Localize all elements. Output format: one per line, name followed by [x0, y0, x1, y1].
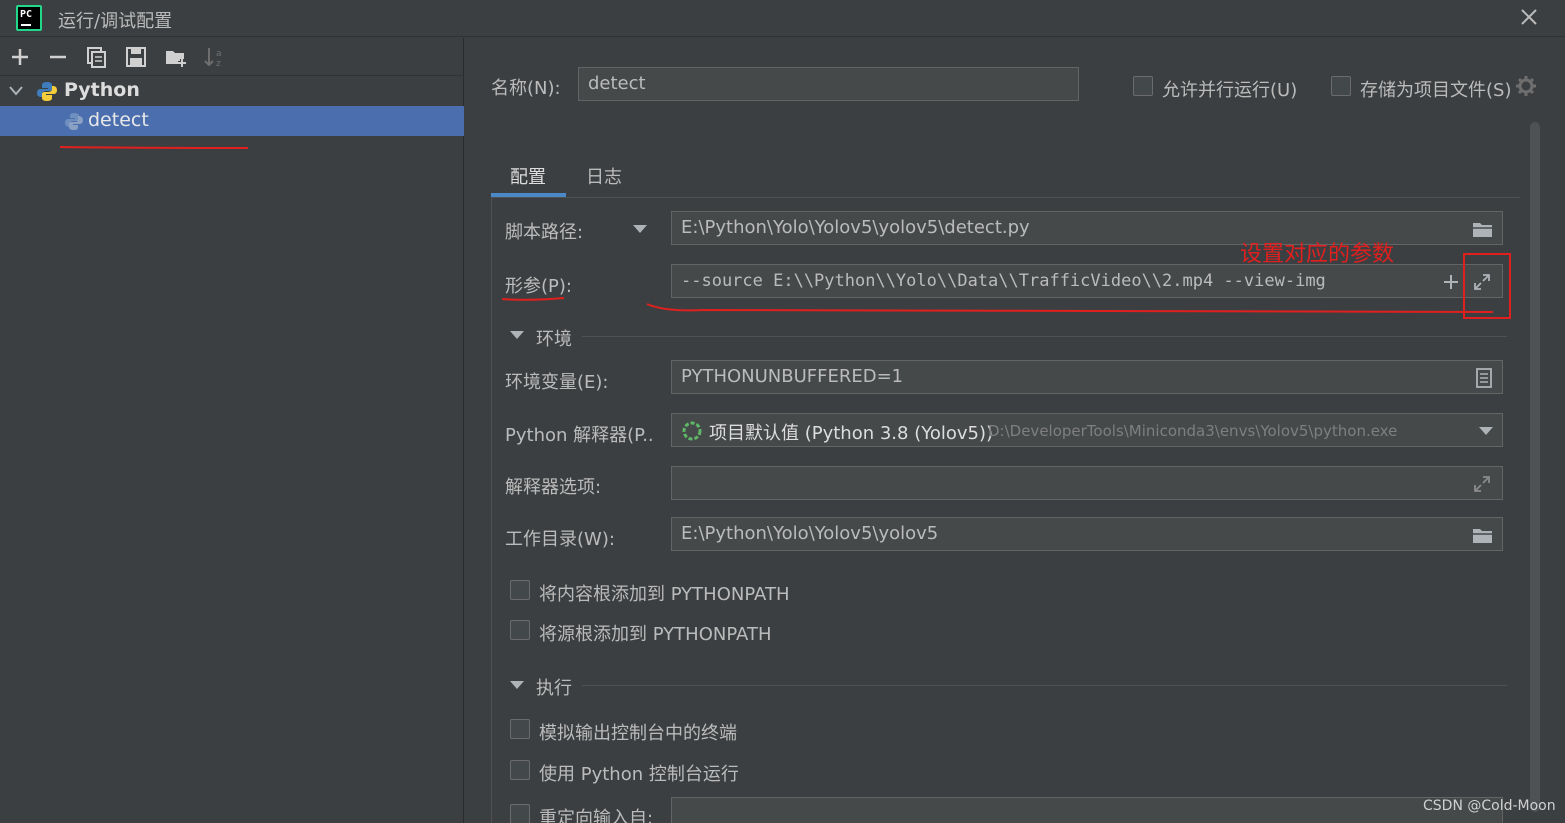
sort-icon[interactable]: az — [203, 45, 227, 69]
interpreter-options-label: 解释器选项: — [505, 477, 602, 498]
close-icon[interactable] — [1516, 4, 1542, 30]
interpreter-value: 项目默认值 (Python 3.8 (Yolov5)) — [709, 423, 994, 444]
add-content-roots-checkbox[interactable] — [510, 580, 530, 600]
add-source-roots-checkbox[interactable] — [510, 620, 530, 640]
configuration-tree-panel — [0, 38, 464, 823]
redirect-input-field[interactable] — [671, 797, 1503, 823]
script-path-label: 脚本路径: — [505, 222, 584, 243]
allow-parallel-label: 允许并行运行(U) — [1162, 80, 1298, 101]
redirect-input-checkbox[interactable] — [510, 804, 530, 823]
interpreter-path: D:\DeveloperTools\Miniconda3\envs\Yolov5… — [988, 422, 1398, 440]
python-console-checkbox[interactable] — [510, 760, 530, 780]
scrollbar-thumb[interactable] — [1530, 122, 1540, 812]
tree-toolbar: az — [0, 38, 464, 76]
env-section-divider — [582, 336, 1507, 337]
svg-text:a: a — [216, 49, 222, 59]
pycharm-logo-icon: PC — [16, 5, 42, 31]
annotation-underline-detect — [59, 146, 249, 149]
svg-text:z: z — [216, 59, 221, 69]
params-value: --source E:\\Python\\Yolo\\Data\\Traffic… — [681, 271, 1326, 291]
annotation-underline-params — [501, 297, 565, 301]
tab-log-label: 日志 — [586, 167, 622, 188]
workdir-label: 工作目录(W): — [505, 529, 615, 550]
store-as-project-label: 存储为项目文件(S) — [1360, 80, 1512, 101]
chevron-down-icon[interactable] — [9, 85, 23, 97]
folder-add-icon[interactable] — [164, 45, 188, 69]
gear-icon[interactable] — [1515, 75, 1537, 97]
add-content-roots-label: 将内容根添加到 PYTHONPATH — [539, 584, 790, 605]
copy-icon[interactable] — [85, 45, 109, 69]
watermark: CSDN @Cold-Moon — [1423, 798, 1556, 814]
env-vars-value: PYTHONUNBUFFERED=1 — [681, 366, 904, 387]
add-icon[interactable] — [8, 45, 32, 69]
edit-list-icon[interactable] — [1475, 368, 1495, 388]
name-field[interactable]: detect — [578, 67, 1079, 101]
remove-icon[interactable] — [46, 45, 70, 69]
emulate-terminal-checkbox[interactable] — [510, 719, 530, 739]
tab-log[interactable]: 日志 — [566, 153, 641, 197]
title-bar — [0, 0, 1565, 37]
folder-icon[interactable] — [1472, 219, 1492, 239]
chevron-down-icon[interactable] — [1479, 426, 1493, 436]
emulate-terminal-label: 模拟输出控制台中的终端 — [539, 723, 737, 744]
workdir-field[interactable]: E:\Python\Yolo\Yolov5\yolov5 — [671, 517, 1503, 551]
expand-icon[interactable] — [1472, 474, 1492, 494]
env-vars-label: 环境变量(E): — [505, 372, 609, 393]
allow-parallel-checkbox[interactable] — [1133, 76, 1153, 96]
annotation-text: 设置对应的参数 — [1240, 242, 1395, 267]
tab-config-label: 配置 — [510, 167, 546, 188]
tree-item-detect[interactable]: detect — [0, 106, 464, 136]
script-path-dropdown-icon[interactable] — [633, 224, 647, 234]
env-collapse-icon[interactable] — [510, 331, 524, 339]
python-file-icon — [65, 113, 83, 130]
tree-item-label: detect — [88, 109, 149, 131]
window-title: 运行/调试配置 — [58, 11, 173, 32]
redirect-input-label: 重定向输入自: — [539, 808, 654, 823]
name-label: 名称(N): — [491, 78, 561, 99]
add-macro-icon[interactable] — [1441, 272, 1461, 292]
tree-group-label: Python — [64, 79, 140, 101]
python-icon — [37, 82, 57, 101]
env-section-title: 环境 — [536, 329, 572, 350]
exec-section-divider — [582, 685, 1507, 686]
interpreter-options-field[interactable] — [671, 466, 1503, 500]
add-source-roots-label: 将源根添加到 PYTHONPATH — [539, 624, 772, 645]
script-path-value: E:\Python\Yolo\Yolov5\yolov5\detect.py — [681, 217, 1030, 238]
name-value: detect — [588, 73, 646, 94]
interpreter-select[interactable]: 项目默认值 (Python 3.8 (Yolov5)) D:\Developer… — [671, 413, 1503, 447]
python-console-label: 使用 Python 控制台运行 — [539, 764, 739, 785]
loading-spinner-icon — [682, 421, 702, 441]
tree-group-python[interactable]: Python — [0, 76, 464, 106]
exec-section-title: 执行 — [536, 678, 572, 699]
save-icon[interactable] — [124, 45, 148, 69]
exec-collapse-icon[interactable] — [510, 681, 524, 689]
params-field[interactable]: --source E:\\Python\\Yolo\\Data\\Traffic… — [671, 264, 1503, 298]
store-as-project-checkbox[interactable] — [1331, 76, 1351, 96]
interpreter-label: Python 解释器(P.. — [505, 425, 654, 446]
workdir-value: E:\Python\Yolo\Yolov5\yolov5 — [681, 523, 939, 544]
tab-config[interactable]: 配置 — [491, 153, 566, 197]
annotation-underline-value — [646, 303, 1494, 313]
env-vars-field[interactable]: PYTHONUNBUFFERED=1 — [671, 360, 1503, 394]
folder-icon[interactable] — [1472, 525, 1492, 545]
